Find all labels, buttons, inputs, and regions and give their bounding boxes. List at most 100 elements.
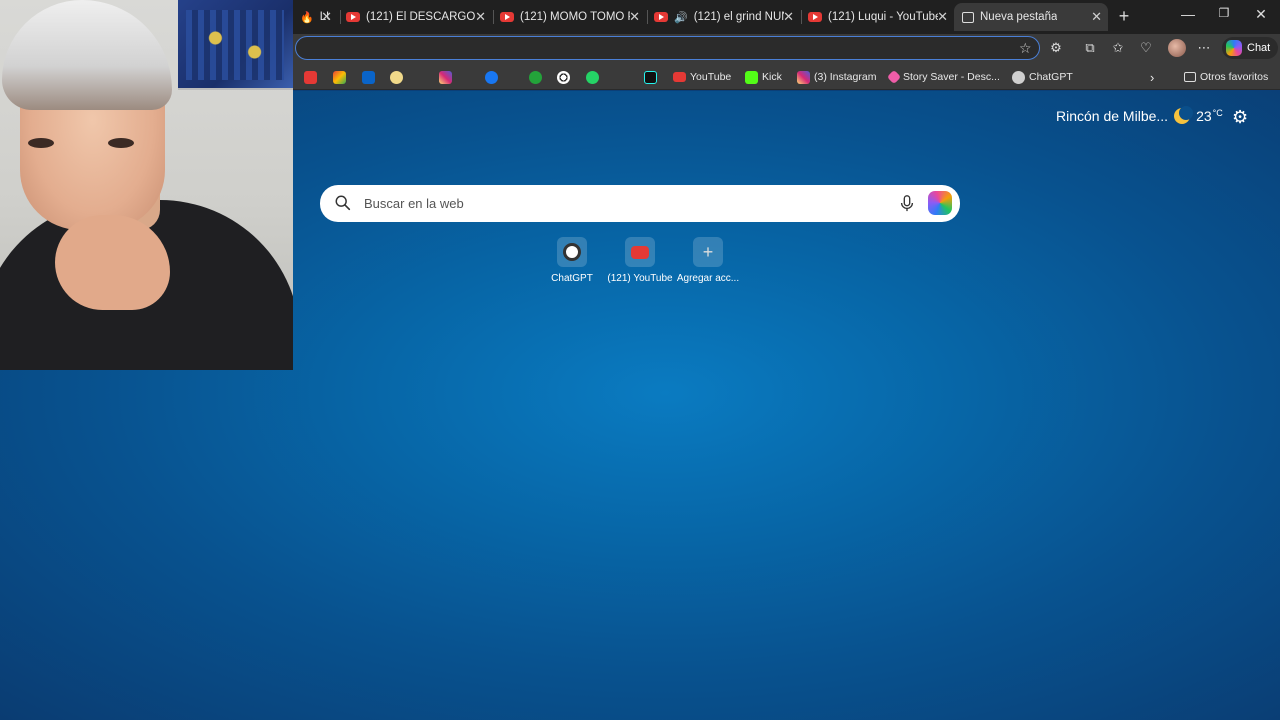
gmail-icon <box>333 70 346 84</box>
bookmark-story-saver[interactable]: Story Saver - Desc... <box>886 69 1000 85</box>
tab-title: (121) El DESCARGO de LA <box>366 11 476 23</box>
bookmark-instagram-3[interactable]: (3) Instagram <box>797 69 876 85</box>
bookmark-outlook[interactable] <box>362 69 375 85</box>
bookmark-tiktok[interactable] <box>644 69 657 85</box>
youtube-icon <box>500 12 514 22</box>
quick-link-label: ChatGPT <box>551 273 593 284</box>
bookmark-label: Kick <box>762 71 782 83</box>
more-menu-icon[interactable]: ⋯ <box>1195 40 1213 56</box>
web-search-box[interactable] <box>320 185 960 222</box>
minimize-icon[interactable]: — <box>1178 6 1198 22</box>
wall-poster <box>178 0 293 90</box>
bookmark-facebook[interactable] <box>485 69 498 85</box>
bookmark-label: (3) Instagram <box>814 71 877 83</box>
quick-link-label: Agregar acc... <box>676 273 740 284</box>
tab-lui[interactable]: 🔥 LUI ✕ <box>292 3 338 31</box>
split-screen-icon[interactable]: ⧉ <box>1081 40 1099 56</box>
bookmark-youtube[interactable]: YouTube <box>673 69 731 85</box>
close-icon[interactable]: ✕ <box>475 9 486 25</box>
bookmark-label: YouTube <box>690 71 732 83</box>
xbox-icon <box>529 70 542 84</box>
tab-nueva-pestana[interactable]: Nueva pestaña ✕ <box>954 3 1108 31</box>
extensions-icon[interactable]: ⚙ <box>1047 40 1065 56</box>
kick-icon <box>745 70 758 84</box>
instagram-icon <box>797 70 810 84</box>
chevron-right-icon[interactable]: › <box>1150 69 1154 85</box>
bookmark-whatsapp[interactable] <box>586 69 599 85</box>
facebook-icon <box>485 70 498 84</box>
weather-temp: 23 <box>1196 108 1212 124</box>
bookmark-label: ChatGPT <box>1029 71 1073 83</box>
bookmark-instagram[interactable] <box>439 69 452 85</box>
search-icon <box>335 195 351 211</box>
chatgpt-icon <box>1012 70 1025 84</box>
person-eye <box>108 138 134 148</box>
bookmark-soccer[interactable] <box>557 69 570 85</box>
tab-grind[interactable]: 🔊 (121) el grind NUNCA ✕ <box>646 3 800 31</box>
bookmark-label: Story Saver - Desc... <box>903 71 1000 83</box>
search-input[interactable] <box>364 185 884 222</box>
address-bar[interactable] <box>295 36 1040 60</box>
close-icon[interactable]: ✕ <box>783 9 794 25</box>
bookmark-food[interactable] <box>390 69 403 85</box>
tab-momo[interactable]: (121) MOMO TOMÓ POS ✕ <box>492 3 646 31</box>
youtube-icon <box>808 12 822 22</box>
person-hair <box>2 0 172 110</box>
chat-label: Chat <box>1247 42 1271 54</box>
weather-unit: °C <box>1212 108 1223 118</box>
tc-icon <box>304 70 317 84</box>
favorite-star-icon[interactable]: ☆ <box>1019 40 1032 57</box>
whatsapp-icon <box>586 70 599 84</box>
quick-link-youtube[interactable]: (121) YouTube <box>605 237 675 284</box>
address-input[interactable] <box>296 37 1039 59</box>
bookmark-xbox[interactable] <box>529 69 542 85</box>
close-icon[interactable]: ✕ <box>937 9 948 25</box>
quick-link-add[interactable]: + Agregar acc... <box>673 237 743 284</box>
food-icon <box>390 70 403 84</box>
moon-icon <box>1174 106 1194 124</box>
tiktok-icon <box>644 70 657 84</box>
close-icon[interactable]: ✕ <box>321 9 332 25</box>
chat-button[interactable]: Chat <box>1222 37 1279 59</box>
plus-icon: + <box>693 237 723 267</box>
storysaver-icon <box>886 69 902 85</box>
bookmark-gmail[interactable] <box>333 69 346 85</box>
microphone-icon[interactable] <box>898 194 916 212</box>
close-icon[interactable]: ✕ <box>629 9 640 25</box>
tab-title: (121) MOMO TOMÓ POS <box>520 11 630 23</box>
folder-icon <box>1184 72 1196 82</box>
outlook-icon <box>362 70 375 84</box>
youtube-icon <box>673 72 686 82</box>
new-tab-button[interactable]: + <box>1114 6 1134 26</box>
bookmark-chatgpt[interactable]: ChatGPT <box>1012 69 1073 85</box>
copilot-icon[interactable] <box>928 191 952 215</box>
page-settings-icon[interactable]: ⚙ <box>1232 107 1248 128</box>
instagram-icon <box>439 70 452 84</box>
tab-descargo[interactable]: (121) El DESCARGO de LA ✕ <box>338 3 492 31</box>
youtube-icon <box>625 237 655 267</box>
soccer-icon <box>557 70 570 84</box>
close-icon[interactable]: ✕ <box>1091 9 1102 25</box>
person-eye <box>28 138 54 148</box>
tab-title: Nueva pestaña <box>980 11 1058 23</box>
bookmark-tc[interactable] <box>304 69 317 85</box>
weather-location: Rincón de Milbe... <box>1056 108 1169 124</box>
youtube-icon <box>654 12 668 22</box>
tab-title: (121) Luqui - YouTube <box>828 11 938 23</box>
weather-widget[interactable]: Rincón de Milbe... 23 °C <box>1056 106 1223 124</box>
restore-icon[interactable]: ❐ <box>1214 6 1234 20</box>
youtube-icon <box>346 12 360 22</box>
bookmark-kick[interactable]: Kick <box>745 69 782 85</box>
favorites-icon[interactable]: ✩ <box>1109 40 1127 56</box>
webcam-overlay <box>0 0 293 370</box>
other-favorites[interactable]: Otros favoritos <box>1184 69 1268 85</box>
newtab-icon <box>962 11 974 23</box>
profile-avatar[interactable] <box>1168 39 1186 57</box>
speaker-icon[interactable]: 🔊 <box>674 11 688 24</box>
quick-link-label: (121) YouTube <box>607 273 673 284</box>
fire-icon: 🔥 <box>300 11 314 24</box>
quick-link-chatgpt[interactable]: ChatGPT <box>537 237 607 284</box>
browser-essentials-icon[interactable]: ♡ <box>1137 40 1155 56</box>
tab-luqui[interactable]: (121) Luqui - YouTube ✕ <box>800 3 954 31</box>
close-window-icon[interactable]: ✕ <box>1251 6 1271 23</box>
